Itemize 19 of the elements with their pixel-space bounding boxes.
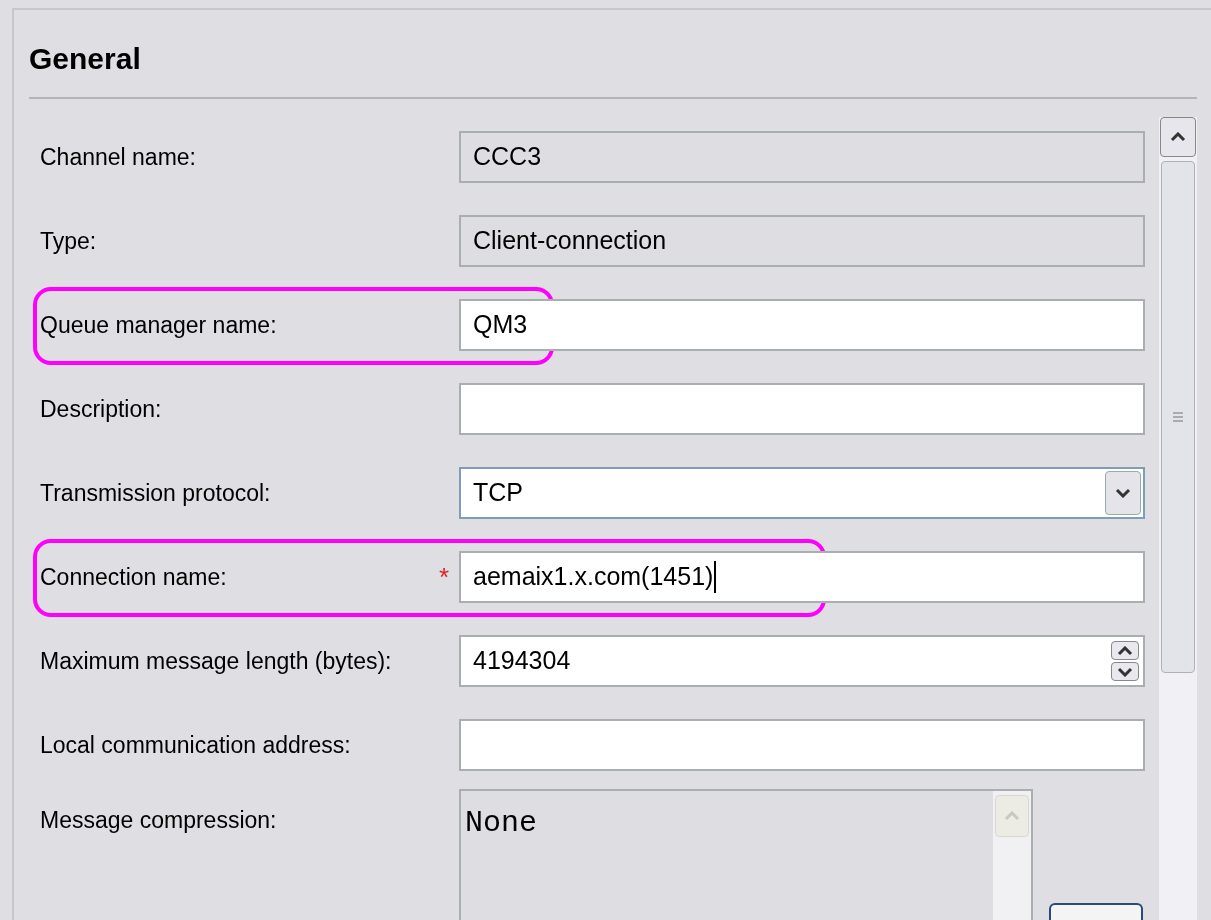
input-field[interactable]: aemaix1.x.com(1451) bbox=[459, 551, 1145, 603]
field-label: Maximum message length (bytes): bbox=[40, 647, 392, 674]
field-label: Local communication address: bbox=[40, 731, 351, 758]
field-label: Channel name: bbox=[40, 143, 196, 170]
list-item[interactable]: None bbox=[461, 791, 537, 846]
field-label: Message compression: bbox=[40, 807, 277, 833]
field-label: Queue manager name: bbox=[40, 311, 277, 338]
dropdown-field[interactable]: TCP bbox=[459, 467, 1145, 519]
input-field[interactable]: QM3 bbox=[459, 299, 1145, 351]
field-label: Connection name: bbox=[40, 563, 227, 590]
readonly-field: CCC3 bbox=[459, 131, 1145, 183]
field-label: Type: bbox=[40, 227, 97, 254]
number-field[interactable]: 4194304 bbox=[459, 635, 1145, 687]
required-marker: * bbox=[438, 560, 449, 594]
field-label: Transmission protocol: bbox=[40, 479, 271, 506]
field-label: Description: bbox=[40, 395, 162, 422]
list-box[interactable]: None bbox=[459, 789, 1033, 920]
section-title: General bbox=[29, 41, 141, 77]
readonly-field: Client-connection bbox=[459, 215, 1145, 267]
